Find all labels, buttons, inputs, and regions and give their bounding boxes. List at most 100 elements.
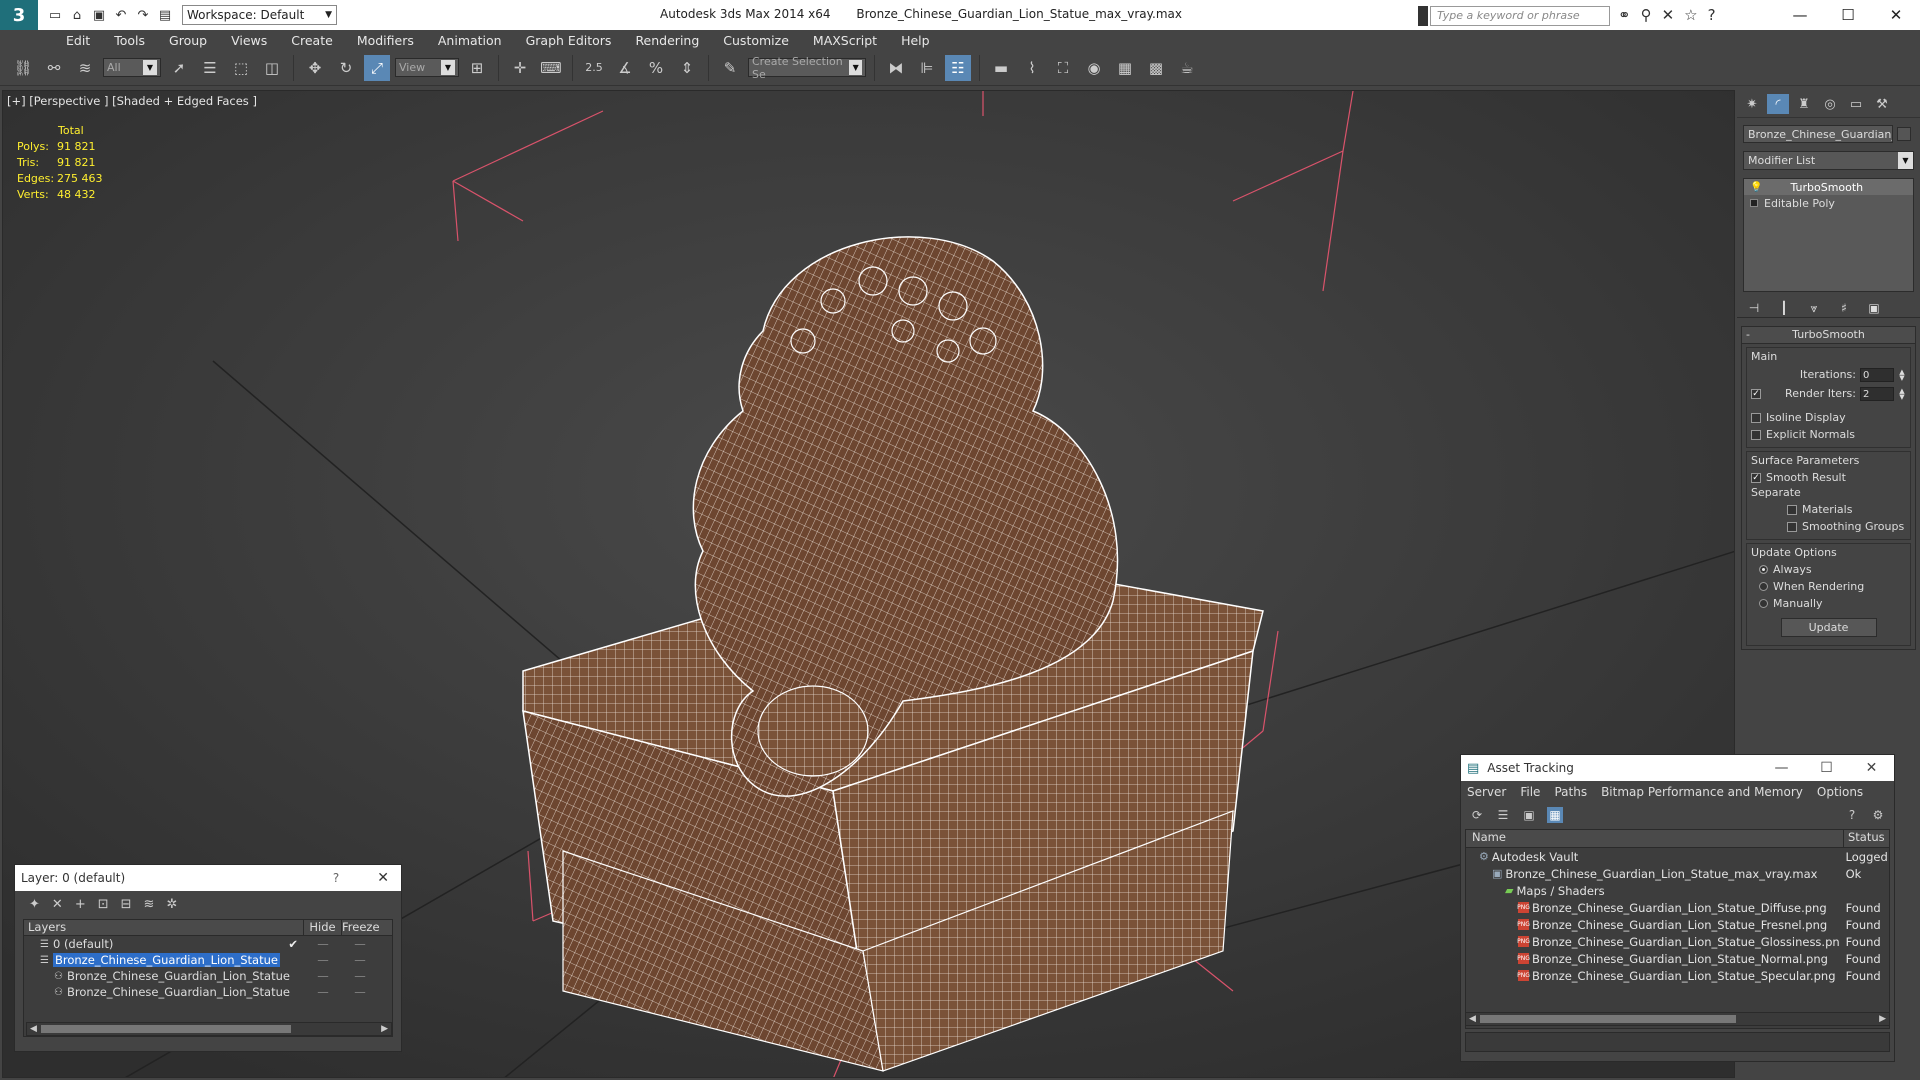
render-iters-spinner[interactable]: 2 xyxy=(1860,386,1894,401)
reference-coordinate-dropdown[interactable]: View ▼ xyxy=(395,58,459,77)
asset-row[interactable]: PNG Bronze_Chinese_Guardian_Lion_Statue_F… xyxy=(1466,916,1889,933)
asset-row[interactable]: ▣ Bronze_Chinese_Guardian_Lion_Statue_max… xyxy=(1466,865,1889,882)
menu-item-create[interactable]: Create xyxy=(279,33,345,48)
menu-item-tools[interactable]: Tools xyxy=(102,33,157,48)
app-logo-icon[interactable]: 3 xyxy=(0,0,38,30)
undo-icon[interactable]: ↶ xyxy=(112,6,130,24)
maximize-icon[interactable]: ☐ xyxy=(1804,760,1849,776)
menu-item-graph-editors[interactable]: Graph Editors xyxy=(514,33,624,48)
highlight-selected-icon[interactable]: ⊟ xyxy=(121,897,132,912)
search-expand-icon[interactable] xyxy=(1418,6,1428,26)
column-name[interactable]: Name xyxy=(1466,830,1844,847)
render-production-icon[interactable]: ☕ xyxy=(1174,55,1200,81)
spinner-snap-icon[interactable]: ⇕ xyxy=(674,55,700,81)
modifier-list-dropdown[interactable]: Modifier List ▼ xyxy=(1743,151,1914,170)
layer-manager-icon[interactable]: ☷ xyxy=(945,54,971,81)
show-end-result-icon[interactable]: ┃ xyxy=(1775,300,1793,316)
object-color-swatch[interactable] xyxy=(1897,127,1911,141)
scroll-thumb[interactable] xyxy=(1480,1015,1736,1023)
menu-item-animation[interactable]: Animation xyxy=(426,33,514,48)
maximize-icon[interactable]: ☐ xyxy=(1824,0,1872,30)
delete-layer-icon[interactable]: ✕ xyxy=(52,897,63,912)
asset-menu-paths[interactable]: Paths xyxy=(1554,785,1587,799)
lightbulb-icon[interactable]: 💡 xyxy=(1750,182,1762,193)
menu-item-group[interactable]: Group xyxy=(157,33,219,48)
close-icon[interactable]: ✕ xyxy=(377,870,389,886)
rollout-header[interactable]: - TurboSmooth xyxy=(1742,327,1915,344)
menu-item-modifiers[interactable]: Modifiers xyxy=(345,33,426,48)
asset-menu-file[interactable]: File xyxy=(1520,785,1540,799)
render-setup-icon[interactable]: ▦ xyxy=(1112,55,1138,81)
selection-filter-dropdown[interactable]: All ▼ xyxy=(103,58,161,77)
viewport-label[interactable]: [+] [Perspective ] [Shaded + Edged Faces… xyxy=(7,94,257,108)
update-button[interactable]: Update xyxy=(1780,618,1877,637)
motion-tab-icon[interactable]: ◎ xyxy=(1819,94,1841,114)
menu-item-rendering[interactable]: Rendering xyxy=(623,33,711,48)
edit-named-selection-icon[interactable]: ✎ xyxy=(717,55,743,81)
materials-checkbox[interactable]: Materials xyxy=(1751,501,1906,518)
menu-item-help[interactable]: Help xyxy=(889,33,942,48)
help-icon[interactable]: ? xyxy=(333,871,339,885)
current-layer-checkmark[interactable]: ✔ xyxy=(288,937,298,951)
rendered-frame-icon[interactable]: ▩ xyxy=(1143,55,1169,81)
scroll-thumb[interactable] xyxy=(41,1025,291,1033)
create-tab-icon[interactable]: ✷ xyxy=(1741,94,1763,114)
asset-row[interactable]: PNG Bronze_Chinese_Guardian_Lion_Statue_S… xyxy=(1466,967,1889,984)
configure-sets-icon[interactable]: ▣ xyxy=(1865,300,1883,316)
link-icon[interactable]: ⛓ xyxy=(10,55,36,81)
scroll-right-icon[interactable]: ▶ xyxy=(381,1024,388,1034)
rotate-icon[interactable]: ↻ xyxy=(333,55,359,81)
bind-spacewarp-icon[interactable]: ≋ xyxy=(72,55,98,81)
freeze-all-icon[interactable]: ✲ xyxy=(166,897,177,912)
expand-icon[interactable] xyxy=(1750,199,1758,207)
favorites-icon[interactable]: ☆ xyxy=(1684,6,1697,24)
menu-item-views[interactable]: Views xyxy=(219,33,279,48)
scroll-left-icon[interactable]: ◀ xyxy=(30,1024,37,1034)
scale-icon[interactable]: ⤢ xyxy=(364,54,390,81)
minimize-icon[interactable]: — xyxy=(1776,0,1824,30)
when-rendering-radio[interactable]: When Rendering xyxy=(1751,578,1906,595)
minimize-icon[interactable]: — xyxy=(1759,760,1804,776)
stack-item-editable-poly[interactable]: Editable Poly xyxy=(1744,195,1913,211)
communication-icon[interactable]: ✕ xyxy=(1662,6,1675,24)
curve-editor-icon[interactable]: ⌇ xyxy=(1019,55,1045,81)
asset-menu-options[interactable]: Options xyxy=(1817,785,1863,799)
layer-row[interactable]: ⚇ Bronze_Chinese_Guardian_Lion_Statue — — xyxy=(24,984,392,1000)
select-highlighted-icon[interactable]: ⊡ xyxy=(98,897,109,912)
named-selection-dropdown[interactable]: Create Selection Se ▼ xyxy=(748,55,866,81)
column-layers[interactable]: Layers xyxy=(24,920,304,935)
asset-menu-server[interactable]: Server xyxy=(1467,785,1506,799)
project-folder-icon[interactable]: ▤ xyxy=(156,6,174,24)
search-input[interactable]: Type a keyword or phrase xyxy=(1430,6,1610,26)
layer-row[interactable]: ☰ 0 (default) ✔ — — xyxy=(24,936,392,952)
column-status[interactable]: Status xyxy=(1844,830,1885,847)
snap-toggle-icon[interactable]: 2.5 xyxy=(581,55,607,81)
save-file-icon[interactable]: ▣ xyxy=(90,6,108,24)
manually-radio[interactable]: Manually xyxy=(1751,595,1906,612)
help-icon[interactable]: ? xyxy=(1844,807,1860,823)
redo-icon[interactable]: ↷ xyxy=(134,6,152,24)
column-freeze[interactable]: Freeze xyxy=(342,920,380,935)
subscription-icon[interactable]: ⚲ xyxy=(1641,6,1652,24)
workspace-dropdown[interactable]: Workspace: Default ▼ xyxy=(182,5,337,25)
scroll-right-icon[interactable]: ▶ xyxy=(1879,1014,1886,1024)
select-by-name-icon[interactable]: ☰ xyxy=(197,55,223,81)
close-icon[interactable]: ✕ xyxy=(1849,760,1894,776)
asset-row[interactable]: ▰ Maps / Shaders xyxy=(1466,882,1889,899)
asset-path-field[interactable] xyxy=(1465,1032,1890,1052)
move-icon[interactable]: ✥ xyxy=(302,55,328,81)
ribbon-toggle-icon[interactable]: ▬ xyxy=(988,55,1014,81)
window-crossing-icon[interactable]: ◫ xyxy=(259,55,285,81)
smooth-result-checkbox[interactable]: ✓ Smooth Result xyxy=(1751,469,1906,486)
remove-modifier-icon[interactable]: ♯ xyxy=(1835,300,1853,316)
unlink-icon[interactable]: ⚯ xyxy=(41,55,67,81)
scroll-left-icon[interactable]: ◀ xyxy=(1469,1014,1476,1024)
asset-row[interactable]: PNG Bronze_Chinese_Guardian_Lion_Statue_G… xyxy=(1466,933,1889,950)
asset-menu-bitmap-performance-and-memory[interactable]: Bitmap Performance and Memory xyxy=(1601,785,1803,799)
layer-hide-toggle[interactable]: — xyxy=(304,985,342,999)
layer-freeze-toggle[interactable]: — xyxy=(342,985,378,999)
pivot-center-icon[interactable]: ⊞ xyxy=(464,55,490,81)
layer-freeze-toggle[interactable]: — xyxy=(342,937,378,951)
modify-tab-icon[interactable]: ◜ xyxy=(1767,94,1789,114)
schematic-view-icon[interactable]: ⛶ xyxy=(1050,55,1076,81)
